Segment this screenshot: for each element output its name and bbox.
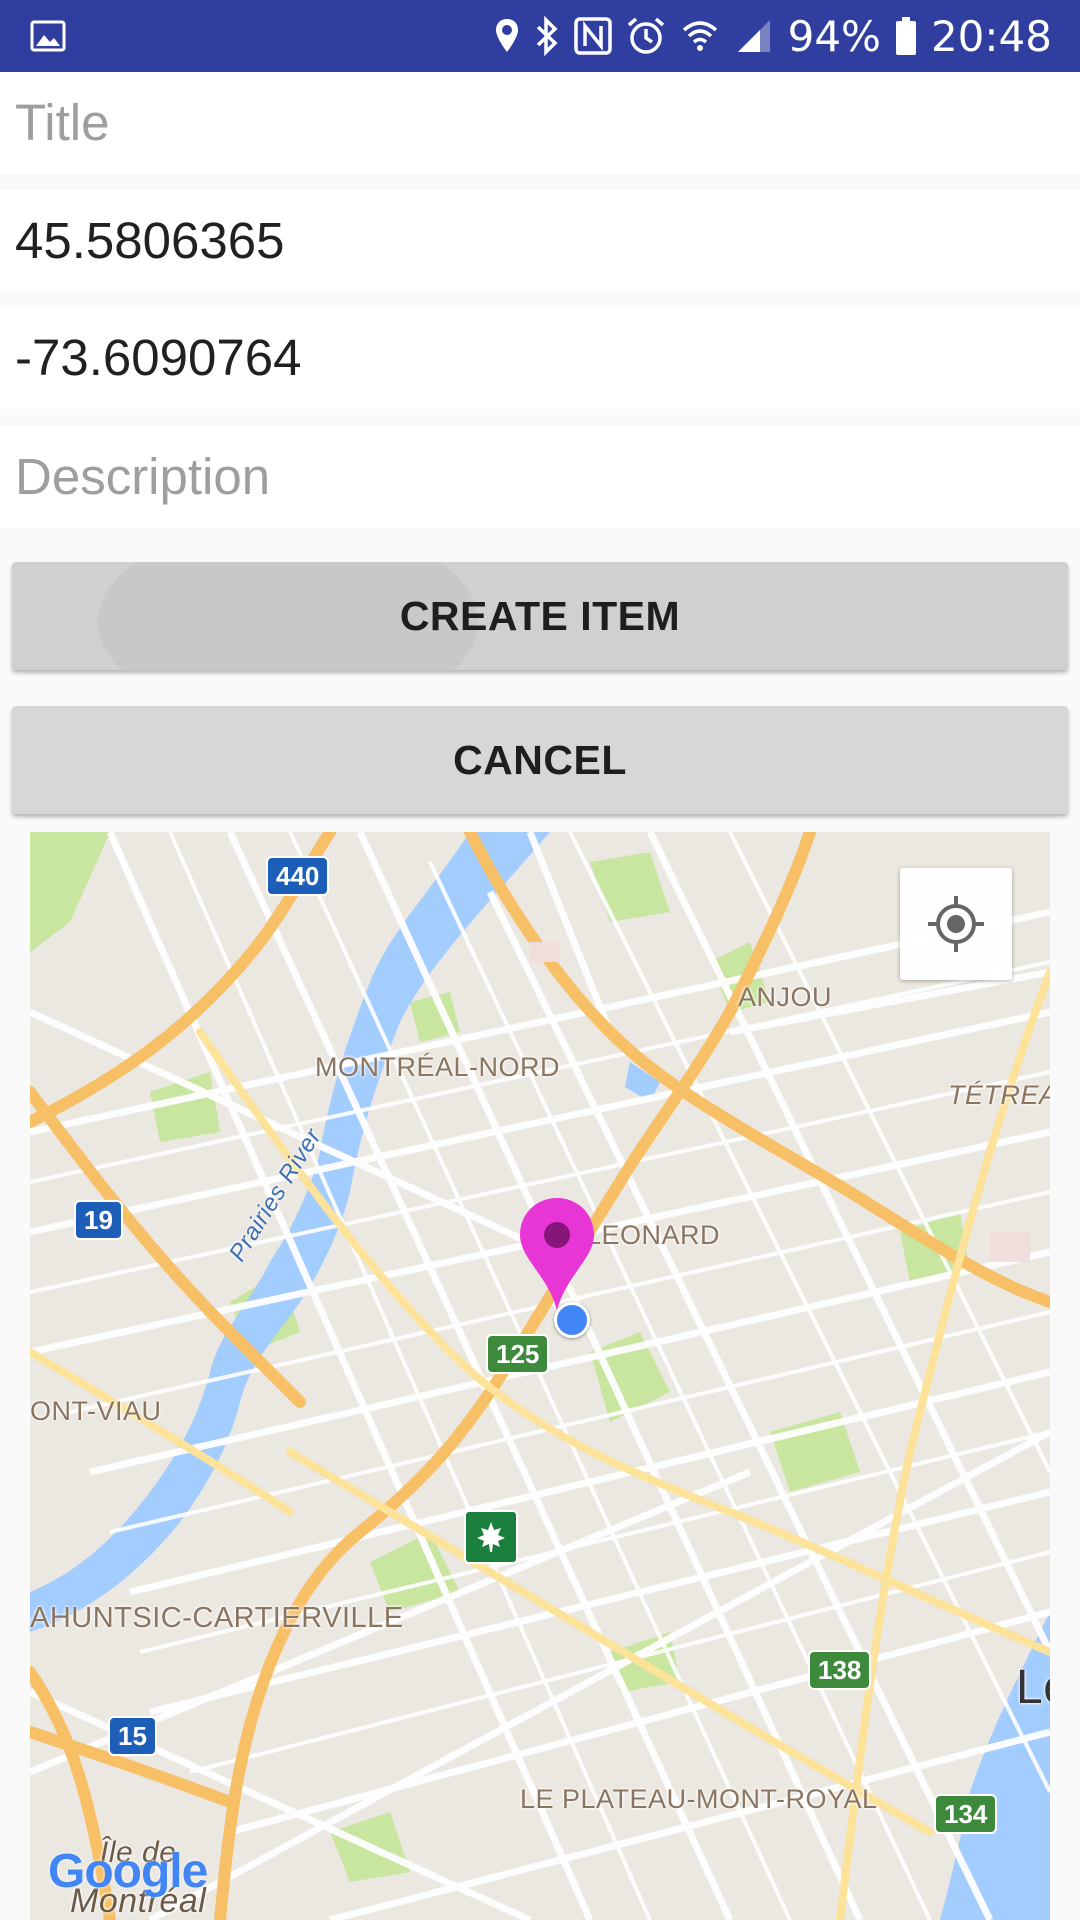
- cancel-label: CANCEL: [453, 736, 627, 783]
- map-label-montreal-nord: MONTRÉAL-NORD: [315, 1052, 561, 1082]
- map-label-plateau: LE PLATEAU-MONT-ROYAL: [520, 1784, 878, 1814]
- alarm-icon: [627, 17, 664, 54]
- latitude-input[interactable]: 45.5806365: [0, 190, 1080, 292]
- gallery-icon: [30, 20, 66, 52]
- map-base: [30, 832, 1050, 1920]
- signal-icon: [737, 20, 770, 52]
- route-shield-125: 125: [486, 1334, 550, 1374]
- route-shield-19: 19: [74, 1200, 123, 1240]
- map-view[interactable]: ANJOU MONTRÉAL-NORD TÉTREAU LEONARD Prai…: [30, 832, 1050, 1920]
- battery-icon: [895, 17, 916, 55]
- title-input[interactable]: Title: [0, 72, 1080, 174]
- park-icon: [464, 1510, 518, 1564]
- bluetooth-icon: [536, 16, 558, 56]
- wifi-icon: [682, 21, 717, 51]
- map-label-leonard: LEONARD: [586, 1220, 721, 1250]
- map-label-ont-viau: ONT-VIAU: [30, 1396, 162, 1426]
- route-shield-15: 15: [108, 1716, 157, 1756]
- route-shield-134: 134: [934, 1794, 998, 1834]
- battery-percent: 94%: [787, 11, 881, 61]
- map-label-anjou: ANJOU: [738, 982, 833, 1012]
- longitude-input[interactable]: -73.6090764: [0, 307, 1080, 409]
- crosshair-icon: [928, 896, 984, 952]
- create-item-button[interactable]: CREATE ITEM: [12, 562, 1068, 670]
- route-shield-138: 138: [808, 1650, 872, 1690]
- map-label-tetreau: TÉTREAU: [948, 1080, 1050, 1110]
- map-marker-icon[interactable]: [518, 1196, 596, 1312]
- map-label-le: Le: [1016, 1661, 1050, 1714]
- google-logo-text: Google: [48, 1845, 208, 1898]
- location-icon: [495, 19, 518, 52]
- status-icons: 94% 20:48: [494, 0, 1052, 72]
- nfc-icon: [573, 17, 612, 55]
- clock: 20:48: [930, 11, 1052, 61]
- status-bar: 94% 20:48: [0, 0, 1080, 72]
- google-logo: Google: [48, 1844, 208, 1899]
- route-shield-440: 440: [266, 856, 330, 896]
- my-location-button[interactable]: [900, 868, 1012, 980]
- description-input[interactable]: Description: [0, 426, 1080, 528]
- create-item-label: CREATE ITEM: [399, 592, 681, 639]
- map-label-ahuntsic: AHUNTSIC-CARTIERVILLE: [30, 1602, 404, 1634]
- cancel-button[interactable]: CANCEL: [12, 706, 1068, 814]
